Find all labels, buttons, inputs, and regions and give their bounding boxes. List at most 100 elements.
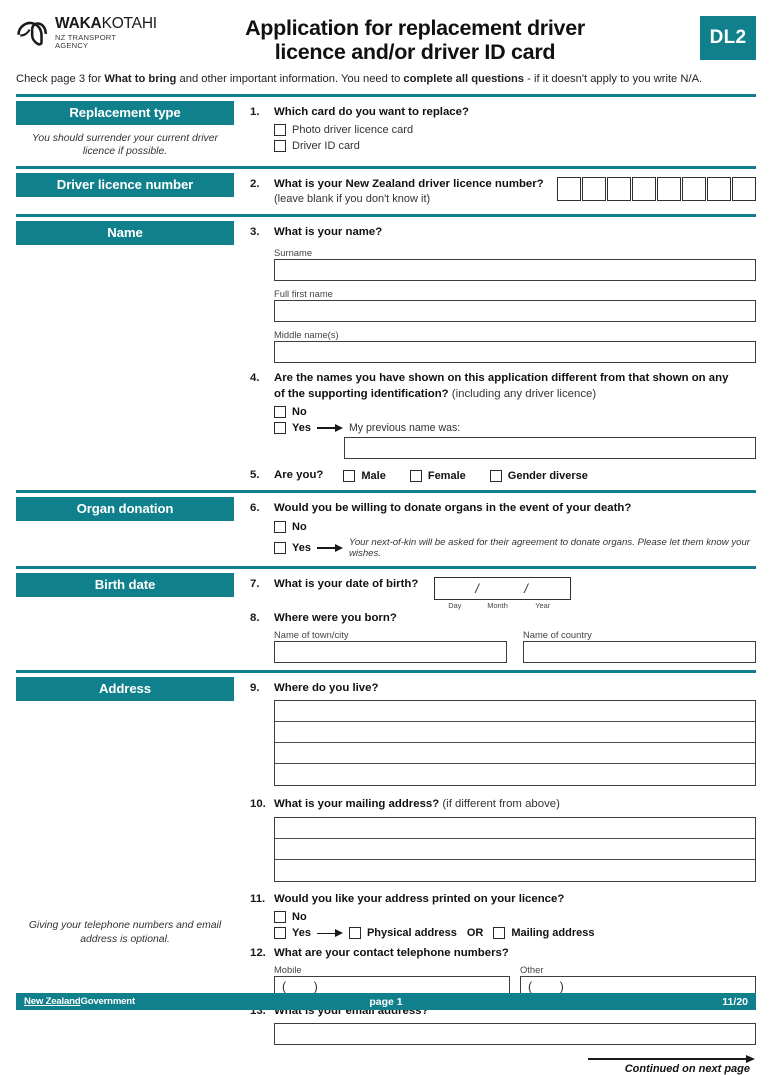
q11-option-no[interactable]: No <box>274 911 756 924</box>
checkbox-icon[interactable] <box>274 123 286 136</box>
section-tab-name: Name <box>16 220 234 245</box>
question-10-number: 10. <box>250 798 266 811</box>
q4-option-yes[interactable]: Yes My previous name was: <box>274 421 756 434</box>
intro-bold-2: complete all questions <box>403 73 525 85</box>
email-input[interactable] <box>274 1023 756 1046</box>
q5-option-male[interactable]: Male <box>343 469 386 482</box>
licence-char-box[interactable] <box>632 177 656 202</box>
checkbox-icon[interactable] <box>274 520 286 533</box>
question-8-number: 8. <box>250 611 260 624</box>
birth-town-label: Name of town/city <box>274 629 349 641</box>
address-line[interactable] <box>275 839 755 860</box>
question-10-text-regular: (if different from above) <box>439 798 560 811</box>
question-8: 8. Where were you born? Name of town/cit… <box>250 611 756 664</box>
birth-country-input[interactable] <box>523 641 756 664</box>
licence-char-box[interactable] <box>657 177 681 202</box>
birth-date-left-column: Birth date <box>16 569 244 597</box>
residential-address-input[interactable] <box>274 700 756 787</box>
page-header: WAKAKOTAHI NZ TRANSPORT AGENCY Applicati… <box>0 0 770 65</box>
question-9: 9. Where do you live? <box>250 681 756 787</box>
question-10: 10. What is your mailing address? (if di… <box>250 797 756 882</box>
checkbox-icon[interactable] <box>274 139 286 152</box>
logo-secondary: KOTAHI <box>101 15 158 32</box>
licence-char-box[interactable] <box>707 177 731 202</box>
q5-option-female[interactable]: Female <box>409 469 466 482</box>
licence-char-box[interactable] <box>557 177 581 202</box>
checkbox-icon[interactable] <box>489 469 502 482</box>
name-left-column: Name <box>16 217 244 245</box>
q11-option-yes[interactable]: Yes Physical address OR Mailing address <box>274 927 756 940</box>
question-3-text: What is your name? <box>274 225 383 238</box>
question-12-text: What are your contact telephone numbers? <box>274 947 509 960</box>
section-replacement-type: Replacement type You should surrender yo… <box>0 97 770 159</box>
address-line[interactable] <box>275 818 755 839</box>
logo-primary: WAKA <box>55 15 102 32</box>
checkbox-icon[interactable] <box>348 927 361 940</box>
licence-char-box[interactable] <box>732 177 756 202</box>
checkbox-icon[interactable] <box>274 541 286 554</box>
middle-names-input[interactable] <box>274 341 756 364</box>
checkbox-icon[interactable] <box>274 927 286 940</box>
q1-option-driver-id-label: Driver ID card <box>292 139 360 152</box>
dob-year-label: Year <box>535 600 551 610</box>
q6-option-yes[interactable]: Yes Your next-of-kin will be asked for t… <box>274 537 756 559</box>
licence-char-box[interactable] <box>682 177 706 202</box>
question-10-text: What is your mailing address? (if differ… <box>274 797 756 812</box>
waka-kotahi-logo-icon <box>17 22 48 47</box>
question-4-text-line-1: Are the names you have shown on this app… <box>274 372 729 385</box>
question-4-text-bold: of the supporting identification? <box>274 387 449 400</box>
licence-number-input[interactable] <box>557 177 756 202</box>
page-title-line-2: licence and/or driver ID card <box>274 40 556 65</box>
question-3: 3. What is your name? Surname Full first… <box>250 225 756 364</box>
continued-text: Continued on next page <box>624 1063 750 1075</box>
question-5: 5. Are you? Male Female Gender diverse <box>250 468 756 483</box>
mailing-address-input[interactable] <box>274 816 756 882</box>
address-line[interactable] <box>275 743 755 765</box>
section-organ-donation: Organ donation 6. Would you be willing t… <box>0 493 770 559</box>
q6-option-no[interactable]: No <box>274 520 756 533</box>
question-4: 4. Are the names you have shown on this … <box>250 371 756 459</box>
surname-input[interactable] <box>274 259 756 282</box>
section-birth-date: Birth date 7. What is your date of birth… <box>0 569 770 664</box>
dob-month-label: Month <box>487 600 508 610</box>
address-line[interactable] <box>275 722 755 744</box>
question-1: 1. Which card do you want to replace? Ph… <box>250 105 756 152</box>
question-6: 6. Would you be willing to donate organs… <box>250 501 756 558</box>
q4-option-no[interactable]: No <box>274 405 756 418</box>
checkbox-icon[interactable] <box>409 469 422 482</box>
q11-choice-physical-label: Physical address <box>366 927 457 940</box>
date-of-birth-input[interactable]: / / <box>434 576 572 600</box>
question-7: 7. What is your date of birth? / / Day M… <box>250 576 756 611</box>
section-tab-driver-licence-number: Driver licence number <box>16 173 234 198</box>
question-3-number: 3. <box>250 225 260 238</box>
licence-char-box[interactable] <box>607 177 631 202</box>
birth-town-input[interactable] <box>274 641 507 664</box>
checkbox-icon[interactable] <box>493 927 506 940</box>
right-arrow-icon <box>316 423 343 432</box>
licence-char-box[interactable] <box>582 177 606 202</box>
replacement-type-right-column: 1. Which card do you want to replace? Ph… <box>244 97 756 152</box>
checkbox-icon[interactable] <box>274 405 286 418</box>
q6-option-yes-label: Yes <box>292 541 311 554</box>
organ-donation-left-column: Organ donation <box>16 493 244 522</box>
address-line[interactable] <box>275 764 755 785</box>
address-line[interactable] <box>275 860 755 881</box>
waka-kotahi-logo: WAKAKOTAHI NZ TRANSPORT AGENCY <box>16 16 157 51</box>
birth-date-right-column: 7. What is your date of birth? / / Day M… <box>244 569 756 664</box>
address-line[interactable] <box>275 701 755 723</box>
q4-option-yes-label: Yes <box>292 421 311 434</box>
form-version: 11/20 <box>722 995 748 1008</box>
address-right-column: 9. Where do you live? 10. What is your m… <box>244 673 756 1046</box>
previous-name-input[interactable] <box>344 436 756 459</box>
checkbox-icon[interactable] <box>274 911 286 924</box>
full-first-name-input[interactable] <box>274 300 756 323</box>
checkbox-icon[interactable] <box>343 469 356 482</box>
q5-option-gender-diverse[interactable]: Gender diverse <box>489 469 588 482</box>
q1-option-photo-licence[interactable]: Photo driver licence card <box>274 123 756 136</box>
question-5-number: 5. <box>250 468 260 481</box>
question-12: 12. What are your contact telephone numb… <box>250 946 756 996</box>
form-code-badge: DL2 <box>700 16 756 60</box>
q1-option-photo-licence-label: Photo driver licence card <box>292 123 414 136</box>
checkbox-icon[interactable] <box>274 421 286 434</box>
q1-option-driver-id[interactable]: Driver ID card <box>274 139 756 152</box>
